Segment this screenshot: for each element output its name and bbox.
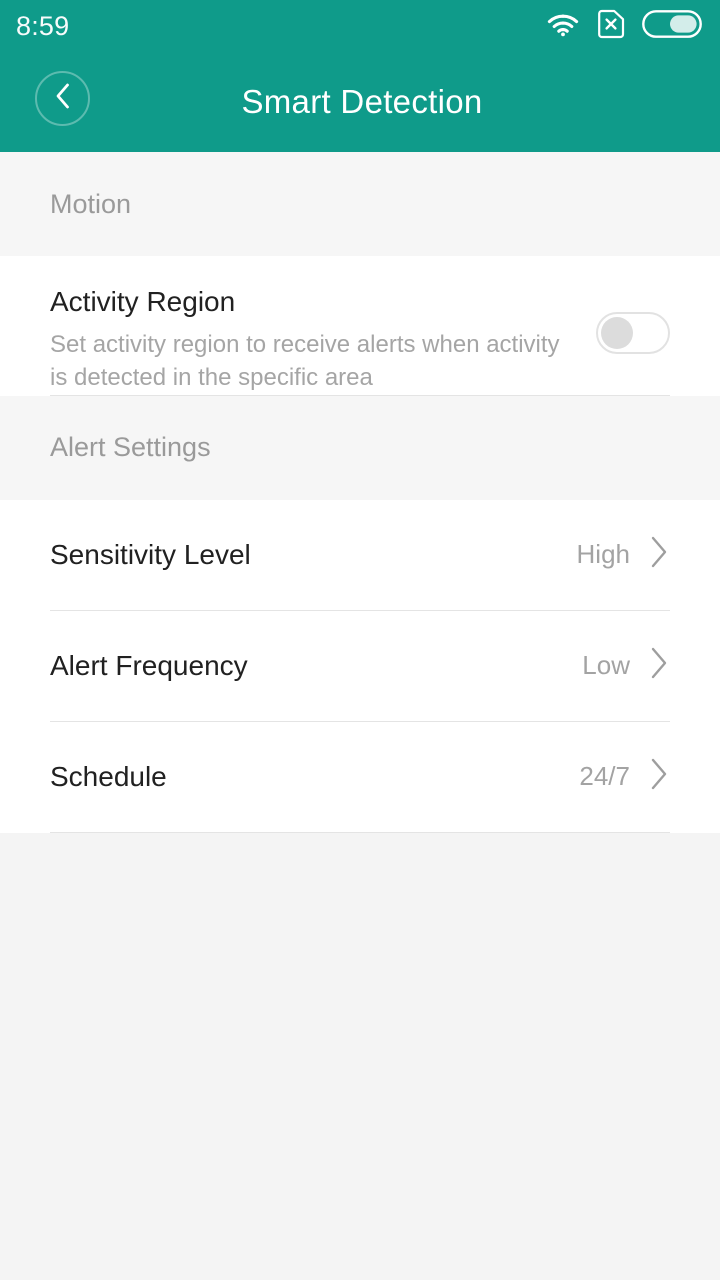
row-activity-region-subtitle: Set activity region to receive alerts wh… [50, 330, 560, 391]
status-time: 8:59 [16, 10, 70, 41]
row-sensitivity-level-value: High [576, 539, 630, 570]
section-header-motion: Motion [0, 152, 720, 256]
wifi-icon [546, 11, 580, 42]
battery-icon [642, 9, 702, 43]
back-button[interactable] [35, 71, 90, 126]
sim-card-off-icon [596, 9, 626, 44]
row-activity-region-title: Activity Region [50, 286, 236, 317]
row-activity-region-text: Activity Region Set activity region to r… [50, 284, 596, 395]
page-title: Smart Detection [241, 83, 483, 120]
chevron-right-icon [648, 757, 670, 796]
row-activity-region[interactable]: Activity Region Set activity region to r… [0, 256, 720, 395]
row-schedule[interactable]: Schedule 24/7 [0, 722, 720, 832]
motion-card: Activity Region Set activity region to r… [0, 256, 720, 396]
activity-region-toggle[interactable] [596, 312, 670, 354]
chevron-left-icon [50, 81, 76, 116]
row-alert-frequency[interactable]: Alert Frequency Low [0, 611, 720, 721]
alert-settings-card: Sensitivity Level High Alert Frequency L… [0, 499, 720, 833]
row-schedule-label: Schedule [50, 760, 167, 792]
chevron-right-icon [648, 646, 670, 685]
app-bar: Smart Detection [0, 52, 720, 152]
row-sensitivity-level[interactable]: Sensitivity Level High [0, 500, 720, 610]
row-alert-frequency-label: Alert Frequency [50, 649, 248, 681]
row-alert-frequency-value: Low [582, 650, 630, 681]
status-bar: 8:59 [0, 0, 720, 52]
row-sensitivity-level-label: Sensitivity Level [50, 538, 251, 570]
smart-detection-screen: 8:59 Smart Detection Motion Activity Reg… [0, 0, 720, 1280]
toggle-knob [601, 317, 633, 349]
row-schedule-value: 24/7 [579, 761, 630, 792]
empty-area [0, 832, 720, 1280]
section-header-alert-settings: Alert Settings [0, 395, 720, 500]
settings-content: Motion Activity Region Set activity regi… [0, 152, 720, 1280]
status-icons [546, 9, 702, 44]
chevron-right-icon [648, 535, 670, 574]
